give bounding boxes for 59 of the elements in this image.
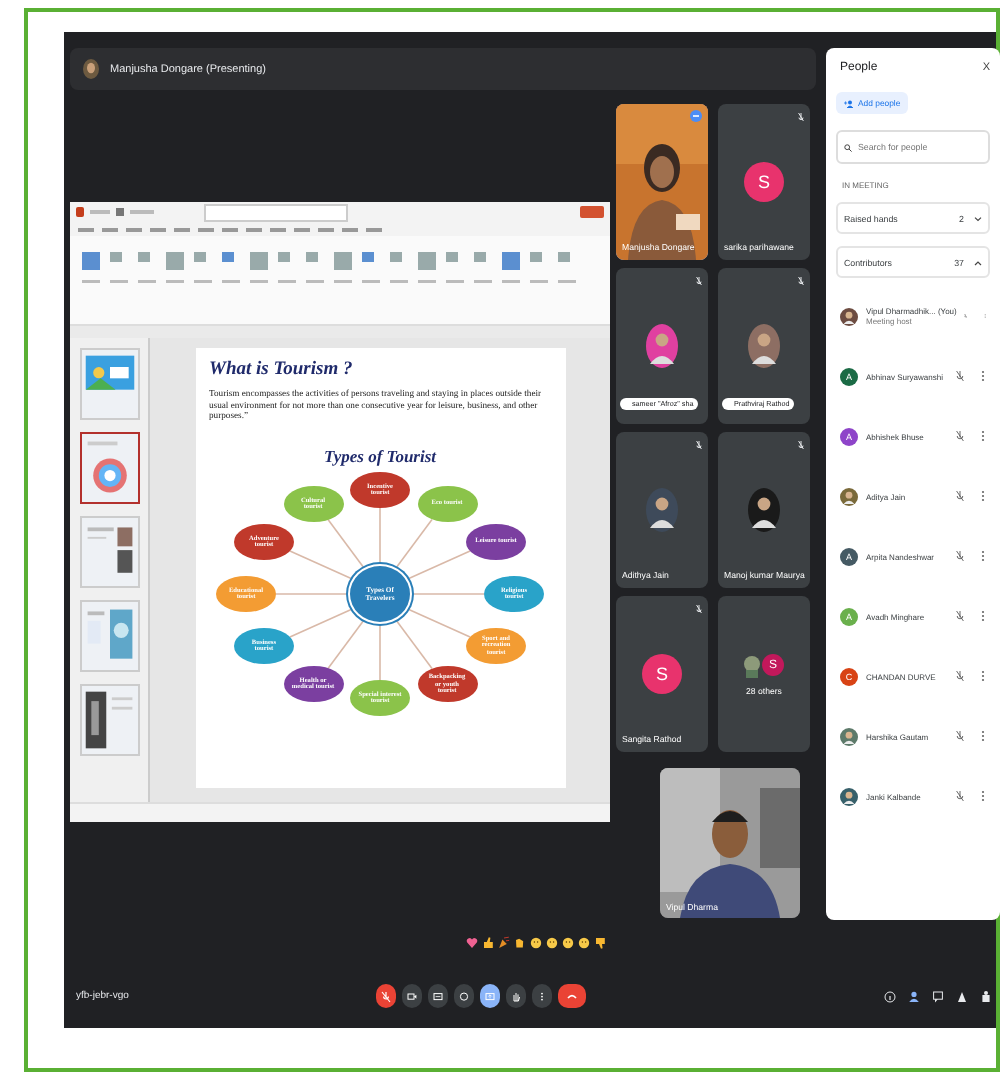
diagram-title: Types of Tourist <box>321 446 439 467</box>
emoji-icon[interactable] <box>561 935 573 949</box>
mic-off-icon <box>956 790 964 802</box>
mic-off-icon <box>956 370 964 382</box>
thumbs-down-icon[interactable] <box>593 935 605 949</box>
mic-off-icon <box>798 112 804 122</box>
party-popper-icon[interactable] <box>497 935 509 949</box>
captions-button[interactable] <box>428 984 448 1008</box>
avatar: S <box>744 162 784 202</box>
connector-line <box>411 593 485 596</box>
mic-icon <box>380 989 392 1003</box>
more-options-button[interactable] <box>532 984 552 1008</box>
mic-off-icon <box>956 430 964 442</box>
leave-call-button[interactable] <box>558 984 586 1008</box>
mic-off-icon <box>956 550 964 562</box>
present-icon <box>484 989 496 1003</box>
add-person-icon <box>844 99 854 107</box>
connector-line <box>379 623 381 682</box>
thumbs-up-icon[interactable] <box>481 935 493 949</box>
mic-off-icon <box>956 610 964 622</box>
hand-icon <box>510 989 522 1003</box>
avatar <box>744 653 760 677</box>
avatar: S <box>642 654 682 694</box>
mic-off-icon <box>798 440 804 450</box>
camera-off-button[interactable] <box>402 984 422 1008</box>
mic-off-icon <box>696 276 702 286</box>
emoji-icon[interactable] <box>545 935 557 949</box>
info-button[interactable] <box>884 989 896 1003</box>
title-bar-drawing <box>76 206 156 218</box>
present-button[interactable] <box>480 984 500 1008</box>
chat-button[interactable] <box>932 989 944 1003</box>
people-button[interactable] <box>908 989 920 1003</box>
avatar-icon <box>82 58 100 80</box>
heart-icon[interactable] <box>465 935 477 949</box>
slide-title: What is Tourism ? <box>209 360 355 380</box>
reactions-icon <box>458 989 470 1003</box>
mic-off-icon <box>956 670 964 682</box>
emoji-icon[interactable] <box>529 935 541 949</box>
people-icon <box>908 989 920 1003</box>
leave-icon <box>566 989 578 1003</box>
chat-icon <box>932 989 944 1003</box>
mic-off-icon <box>798 276 804 286</box>
search-icon <box>844 143 852 151</box>
reactions-button[interactable] <box>454 984 474 1008</box>
emoji-icon[interactable] <box>577 935 589 949</box>
mic-off-icon <box>956 490 964 502</box>
microphone-off-button[interactable] <box>376 984 396 1008</box>
raise-hand-button[interactable] <box>506 984 526 1008</box>
mic-off-icon <box>696 440 702 450</box>
captions-icon <box>432 989 444 1003</box>
connector-line <box>379 507 381 566</box>
camera-icon <box>406 989 418 1003</box>
mic-off-icon <box>696 604 702 614</box>
mic-off-icon <box>956 730 964 742</box>
speaking-icon <box>690 110 702 122</box>
connector-line <box>275 593 349 596</box>
info-icon <box>884 989 896 1003</box>
search-field[interactable] <box>204 203 348 221</box>
slide-thumbnail[interactable] <box>80 432 140 504</box>
